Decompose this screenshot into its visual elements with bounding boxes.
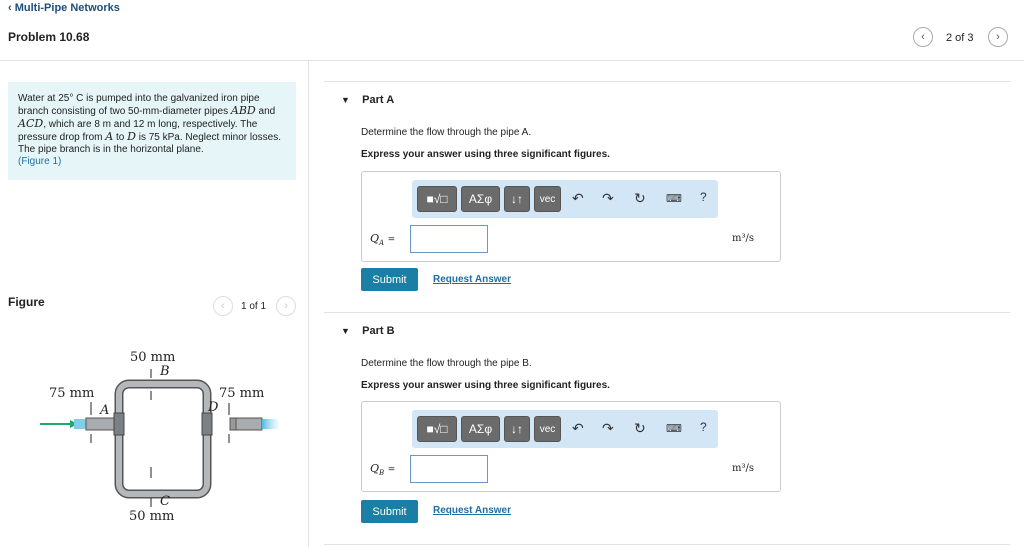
label-right-diameter: 75 mm [219,386,265,401]
part-b-header[interactable]: ▼ Part B [341,325,395,337]
keyboard-icon[interactable]: ⌨ [666,192,682,205]
math-toolbar: ■√□ ΑΣφ ↓↑ vec ↶ ↷ ↻ ⌨ ? [412,410,718,448]
undo-icon[interactable]: ↶ [572,190,584,207]
part-b-divider [324,312,1010,313]
help-icon[interactable]: ? [700,420,707,434]
variable-label: QB = [370,462,396,478]
collapse-icon: ▼ [341,95,350,105]
back-label: Multi-Pipe Networks [14,2,120,14]
help-icon[interactable]: ? [700,190,707,204]
reset-icon[interactable]: ↻ [634,190,646,207]
problem-statement: Water at 25° C is pumped into the galvan… [8,82,296,180]
part-a-submit-button[interactable]: Submit [361,268,418,291]
problem-pager: 2 of 3 [946,32,974,44]
part-b-submit-button[interactable]: Submit [361,500,418,523]
label-top-diameter: 50 mm [130,350,176,365]
back-link[interactable]: ‹ Multi-Pipe Networks [8,2,120,14]
arrows-button[interactable]: ↓↑ [504,186,530,212]
prev-figure-button[interactable]: ‹ [213,296,233,316]
vec-button[interactable]: vec [534,416,561,442]
figure-link[interactable]: (Figure 1) [18,156,61,167]
vec-button[interactable]: vec [534,186,561,212]
variable-label: QA = [370,232,396,248]
label-b: B [160,364,170,379]
units-label: m³/s [732,233,754,244]
part-a-request-answer-link[interactable]: Request Answer [433,274,511,285]
part-b-question: Determine the flow through the pipe B. [361,358,532,369]
answer-input[interactable] [410,455,488,483]
divider [324,544,1010,545]
math-toolbar: ■√□ ΑΣφ ↓↑ vec ↶ ↷ ↻ ⌨ ? [412,180,718,218]
part-a-question: Determine the flow through the pipe A. [361,127,532,138]
templates-button[interactable]: ■√□ [417,416,457,442]
label-d: D [208,400,219,415]
answer-input[interactable] [410,225,488,253]
column-divider [308,60,309,547]
part-a-answer-box: ■√□ ΑΣφ ↓↑ vec ↶ ↷ ↻ ⌨ ? QA = m³/s [361,171,781,262]
greek-button[interactable]: ΑΣφ [461,186,500,212]
part-a-divider [324,81,1010,82]
reset-icon[interactable]: ↻ [634,420,646,437]
redo-icon[interactable]: ↷ [602,420,614,437]
part-a-title: Part A [362,94,395,106]
greek-button[interactable]: ΑΣφ [461,416,500,442]
label-c: C [160,494,170,509]
part-a-instruction: Express your answer using three signific… [361,149,610,160]
units-label: m³/s [732,463,754,474]
pipe-network-figure: 50 mm B 75 mm A 75 mm D C 50 mm [30,345,280,530]
part-b-instruction: Express your answer using three signific… [361,380,610,391]
part-b-request-answer-link[interactable]: Request Answer [433,505,511,516]
label-bottom-diameter: 50 mm [129,509,175,524]
part-b-title: Part B [362,325,395,337]
part-b-answer-box: ■√□ ΑΣφ ↓↑ vec ↶ ↷ ↻ ⌨ ? QB = m³/s [361,401,781,492]
next-figure-button[interactable]: › [276,296,296,316]
label-left-diameter: 75 mm [49,386,95,401]
prev-problem-button[interactable]: ‹ [913,27,933,47]
keyboard-icon[interactable]: ⌨ [666,422,682,435]
divider [0,60,1024,61]
figure-pager: 1 of 1 [241,301,267,312]
undo-icon[interactable]: ↶ [572,420,584,437]
arrows-button[interactable]: ↓↑ [504,416,530,442]
page-title: Problem 10.68 [8,30,90,44]
label-a: A [100,403,110,418]
part-a-header[interactable]: ▼ Part A [341,94,394,106]
templates-button[interactable]: ■√□ [417,186,457,212]
figure-heading: Figure [8,295,45,309]
next-problem-button[interactable]: › [988,27,1008,47]
redo-icon[interactable]: ↷ [602,190,614,207]
collapse-icon: ▼ [341,326,350,336]
